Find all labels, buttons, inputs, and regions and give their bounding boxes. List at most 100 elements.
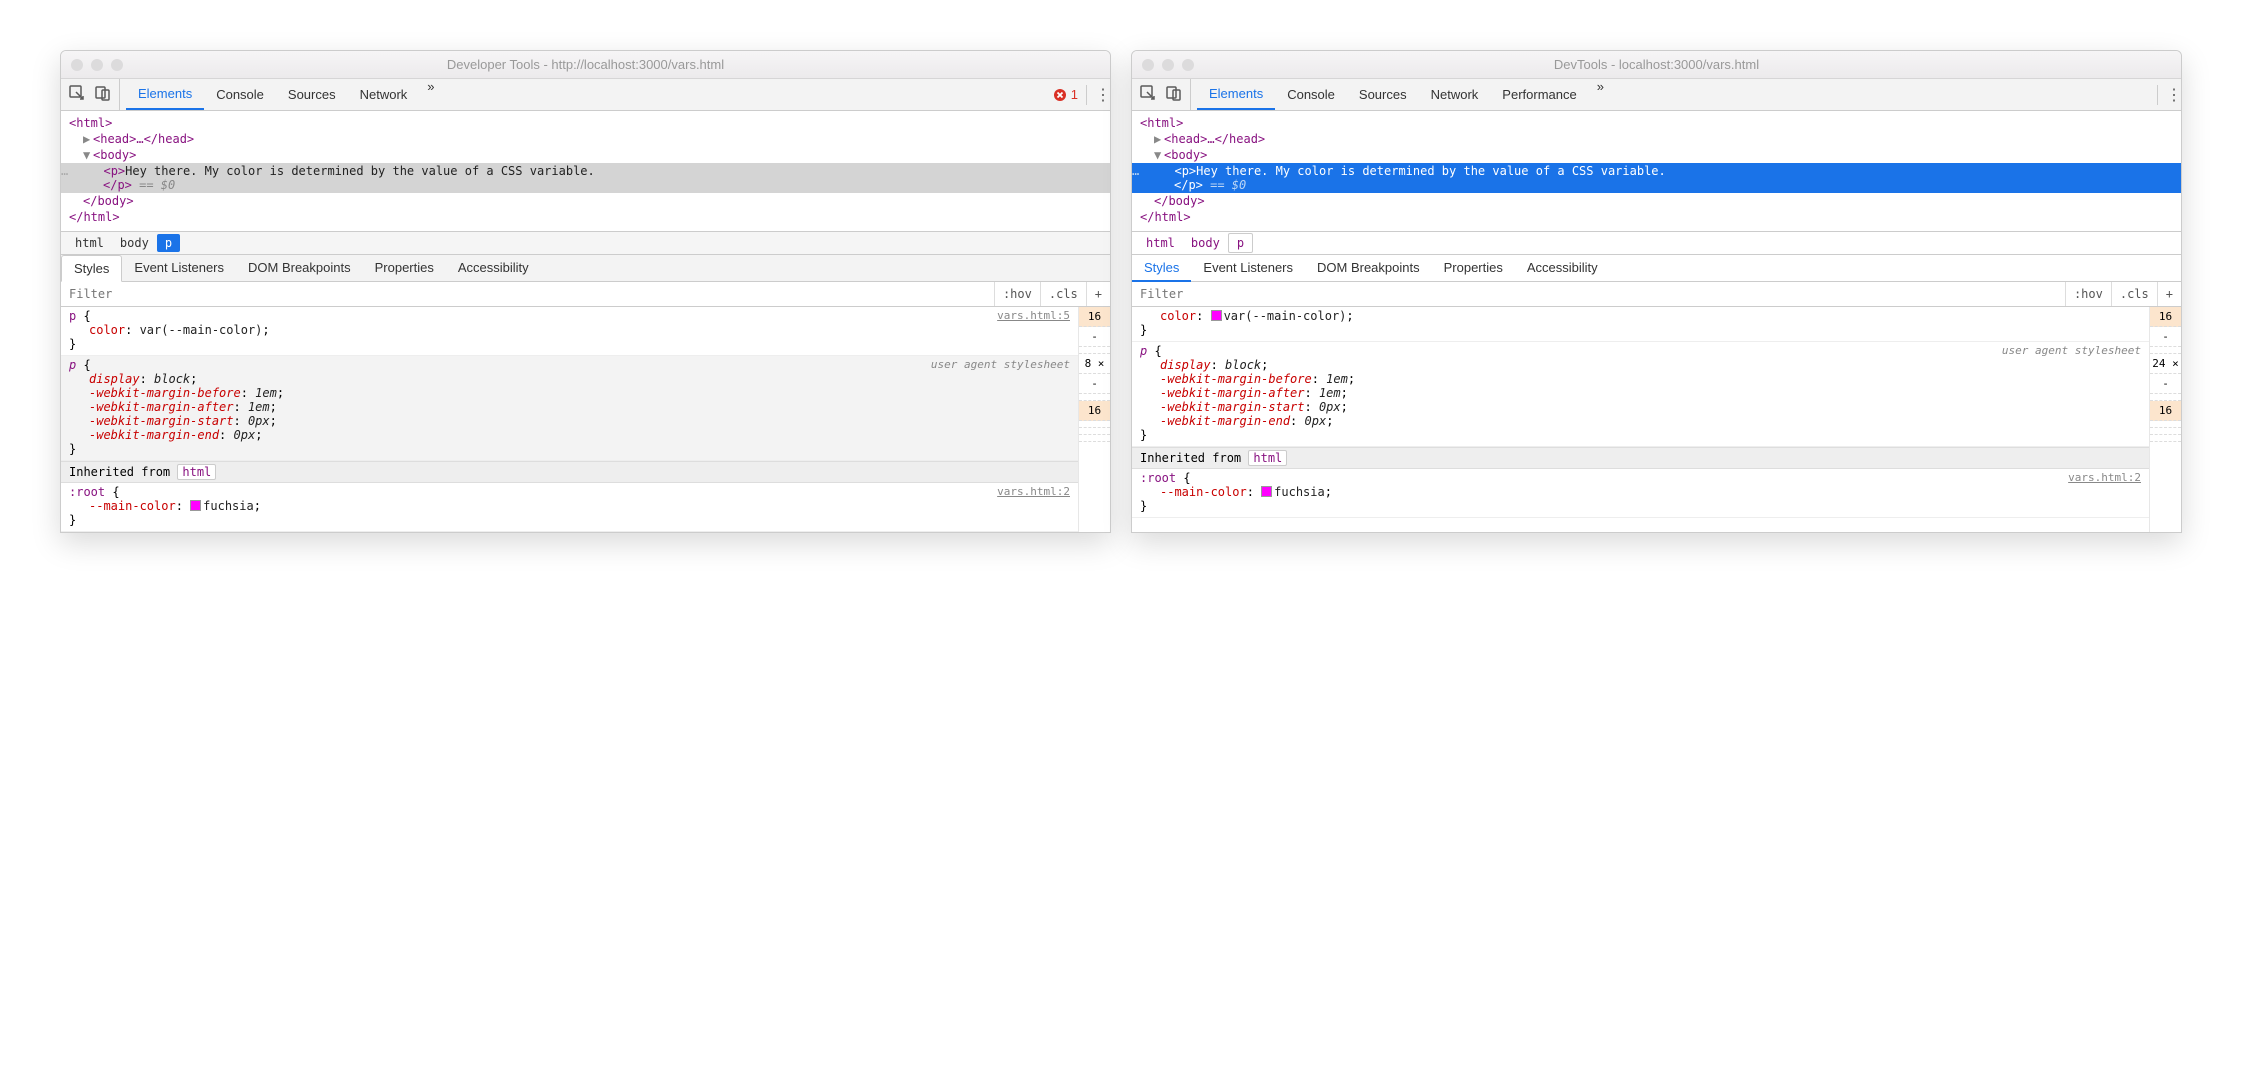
color-swatch[interactable] — [190, 500, 201, 511]
tab-elements[interactable]: Elements — [126, 79, 204, 110]
tab-sources[interactable]: Sources — [1347, 79, 1419, 110]
rule-root[interactable]: vars.html:2 :root { --main-color: fuchsi… — [61, 483, 1078, 532]
tab-network[interactable]: Network — [1419, 79, 1491, 110]
expander-icon[interactable]: ▶ — [1154, 132, 1164, 146]
tab-properties[interactable]: Properties — [363, 255, 446, 281]
expander-icon[interactable]: ▼ — [83, 148, 93, 162]
rule-source-link[interactable]: vars.html:2 — [2068, 471, 2141, 484]
tab-listeners[interactable]: Event Listeners — [122, 255, 236, 281]
device-icon[interactable] — [95, 85, 111, 104]
rule-authored[interactable]: vars.html:5 p { color: var(--main-color)… — [61, 307, 1078, 356]
filter-input[interactable] — [61, 282, 994, 306]
close-dot[interactable] — [1142, 59, 1154, 71]
crumb-body[interactable]: body — [112, 234, 157, 252]
inspect-icon[interactable] — [69, 85, 85, 104]
cls-toggle[interactable]: .cls — [2111, 282, 2157, 306]
zoom-dot[interactable] — [1182, 59, 1194, 71]
dom-body-close[interactable]: </body> — [83, 194, 134, 208]
rule-source-link[interactable]: vars.html:2 — [997, 485, 1070, 498]
dom-body-open[interactable]: <body> — [1164, 148, 1207, 162]
dom-head[interactable]: <head>…</head> — [1164, 132, 1265, 146]
dom-html-close[interactable]: </html> — [69, 210, 120, 224]
crumb-p[interactable]: p — [1228, 233, 1253, 253]
inherited-bar: Inherited from html — [1132, 447, 2149, 469]
rule-source-link[interactable]: vars.html:5 — [997, 309, 1070, 322]
tab-properties[interactable]: Properties — [1432, 255, 1515, 281]
filter-bar: :hov .cls + — [1132, 282, 2181, 307]
window-title: DevTools - localhost:3000/vars.html — [1132, 57, 2181, 72]
tab-elements[interactable]: Elements — [1197, 79, 1275, 110]
error-icon — [1053, 88, 1067, 102]
devtools-window-right: DevTools - localhost:3000/vars.html Elem… — [1131, 50, 2182, 533]
styles-tabs: Styles Event Listeners DOM Breakpoints P… — [61, 255, 1110, 282]
dom-html-close[interactable]: </html> — [1140, 210, 1191, 224]
inspect-icon[interactable] — [1140, 85, 1156, 104]
inherited-pill[interactable]: html — [177, 464, 216, 480]
rule-ua[interactable]: user agent stylesheet p { display: block… — [61, 356, 1078, 461]
tab-network[interactable]: Network — [348, 79, 420, 110]
new-rule-button[interactable]: + — [1086, 282, 1110, 306]
color-swatch[interactable] — [1261, 486, 1272, 497]
dom-tree[interactable]: <html> ▶<head>…</head> ▼<body> … <p>Hey … — [61, 111, 1110, 231]
devtools-window-left: Developer Tools - http://localhost:3000/… — [60, 50, 1111, 533]
metrics-strip: 16-8 ×-16 — [1078, 307, 1110, 532]
new-rule-button[interactable]: + — [2157, 282, 2181, 306]
dom-selected-node[interactable]: … <p>Hey there. My color is determined b… — [61, 163, 1110, 193]
crumb-p[interactable]: p — [157, 234, 180, 252]
cls-toggle[interactable]: .cls — [1040, 282, 1086, 306]
dom-selected-node[interactable]: … <p>Hey there. My color is determined b… — [1132, 163, 2181, 193]
styles-tabs: Styles Event Listeners DOM Breakpoints P… — [1132, 255, 2181, 282]
minimize-dot[interactable] — [1162, 59, 1174, 71]
tabs-overflow[interactable]: » — [1589, 79, 1612, 110]
breadcrumb: html body p — [61, 231, 1110, 255]
expander-icon[interactable]: ▶ — [83, 132, 93, 146]
rule-ua[interactable]: user agent stylesheet p { display: block… — [1132, 342, 2149, 447]
device-icon[interactable] — [1166, 85, 1182, 104]
color-swatch[interactable] — [1211, 310, 1222, 321]
filter-input[interactable] — [1132, 282, 2065, 306]
crumb-html[interactable]: html — [1138, 234, 1183, 252]
hov-toggle[interactable]: :hov — [994, 282, 1040, 306]
hov-toggle[interactable]: :hov — [2065, 282, 2111, 306]
tab-performance[interactable]: Performance — [1490, 79, 1588, 110]
traffic-lights — [1142, 59, 1194, 71]
tab-dombreak[interactable]: DOM Breakpoints — [1305, 255, 1432, 281]
main-toolbar: Elements Console Sources Network » 1 ⋮ — [61, 79, 1110, 111]
rule-authored[interactable]: color: var(--main-color); } — [1132, 307, 2149, 342]
inherited-bar: Inherited from html — [61, 461, 1078, 483]
crumb-html[interactable]: html — [67, 234, 112, 252]
tab-sources[interactable]: Sources — [276, 79, 348, 110]
tab-console[interactable]: Console — [204, 79, 276, 110]
tab-a11y[interactable]: Accessibility — [1515, 255, 1610, 281]
tab-styles[interactable]: Styles — [61, 255, 122, 282]
tab-dombreak[interactable]: DOM Breakpoints — [236, 255, 363, 281]
menu-icon[interactable]: ⋮ — [2157, 85, 2175, 105]
crumb-body[interactable]: body — [1183, 234, 1228, 252]
tab-a11y[interactable]: Accessibility — [446, 255, 541, 281]
tabs-overflow[interactable]: » — [419, 79, 442, 110]
styles-panel: vars.html:5 p { color: var(--main-color)… — [61, 307, 1110, 532]
error-badge[interactable]: 1 — [1053, 87, 1078, 102]
breadcrumb: html body p — [1132, 231, 2181, 255]
dom-tree[interactable]: <html> ▶<head>…</head> ▼<body> … <p>Hey … — [1132, 111, 2181, 231]
tab-listeners[interactable]: Event Listeners — [1191, 255, 1305, 281]
error-count: 1 — [1071, 87, 1078, 102]
minimize-dot[interactable] — [91, 59, 103, 71]
inherited-pill[interactable]: html — [1248, 450, 1287, 466]
main-toolbar: Elements Console Sources Network Perform… — [1132, 79, 2181, 111]
dom-html-open[interactable]: <html> — [1140, 116, 1183, 130]
close-dot[interactable] — [71, 59, 83, 71]
filter-bar: :hov .cls + — [61, 282, 1110, 307]
menu-icon[interactable]: ⋮ — [1086, 85, 1104, 105]
dom-head[interactable]: <head>…</head> — [93, 132, 194, 146]
dom-body-close[interactable]: </body> — [1154, 194, 1205, 208]
traffic-lights — [71, 59, 123, 71]
tab-styles[interactable]: Styles — [1132, 255, 1191, 282]
expander-icon[interactable]: ▼ — [1154, 148, 1164, 162]
rule-root[interactable]: vars.html:2 :root { --main-color: fuchsi… — [1132, 469, 2149, 518]
zoom-dot[interactable] — [111, 59, 123, 71]
dom-body-open[interactable]: <body> — [93, 148, 136, 162]
tab-console[interactable]: Console — [1275, 79, 1347, 110]
dom-html-open[interactable]: <html> — [69, 116, 112, 130]
ua-label: user agent stylesheet — [931, 358, 1070, 371]
